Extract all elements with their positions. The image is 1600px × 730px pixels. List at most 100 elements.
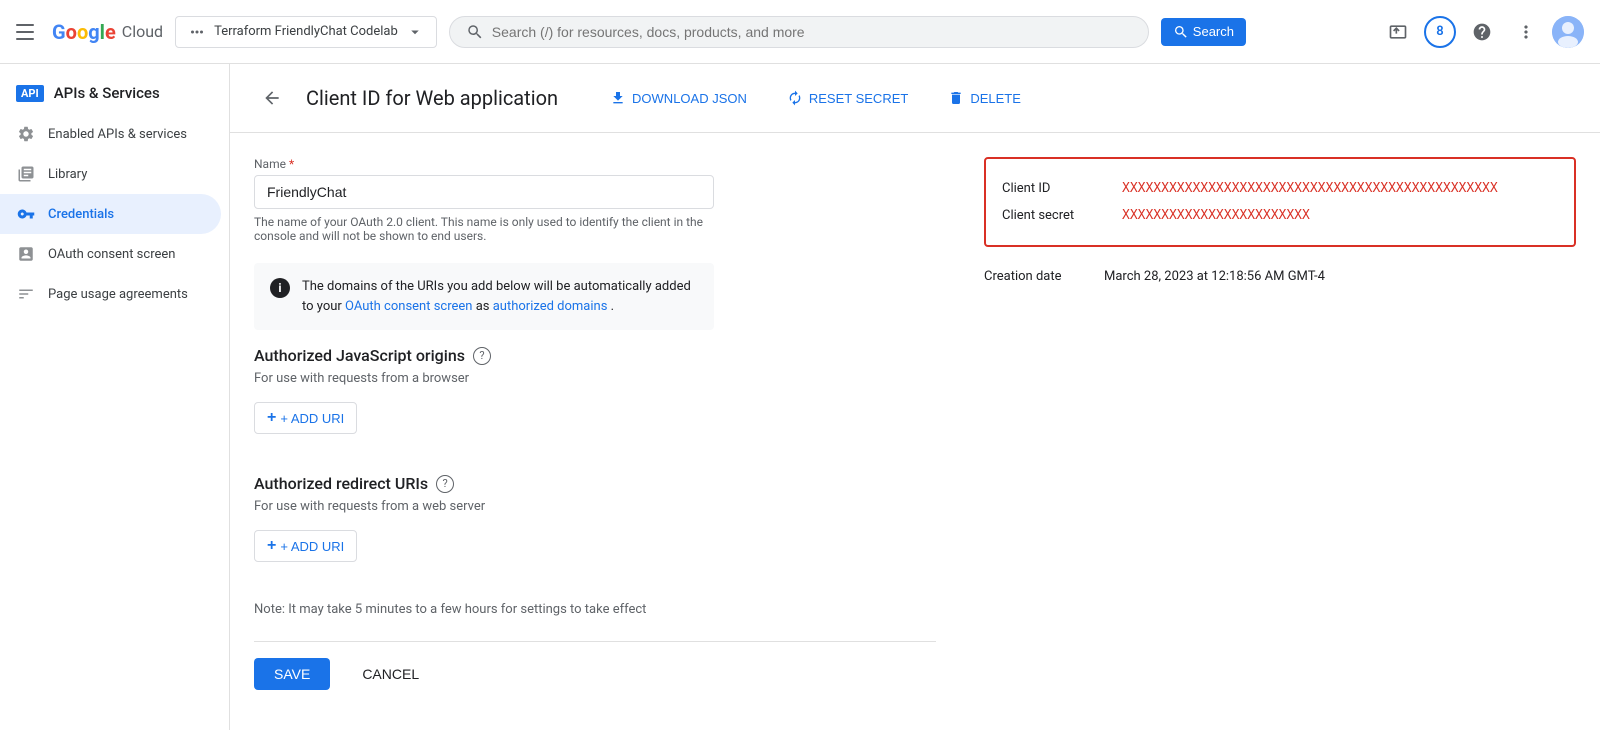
save-button[interactable]: SAVE bbox=[254, 658, 330, 690]
download-json-button[interactable]: DOWNLOAD JSON bbox=[598, 84, 759, 112]
page-layout: API APIs & Services Enabled APIs & servi… bbox=[0, 64, 1600, 730]
info-icon: i bbox=[270, 278, 290, 298]
reset-icon bbox=[787, 90, 803, 106]
js-origins-header: Authorized JavaScript origins ? bbox=[254, 346, 936, 365]
sidebar-item-page-usage[interactable]: Page usage agreements bbox=[0, 274, 221, 314]
back-button[interactable] bbox=[254, 80, 290, 116]
terminal-icon[interactable] bbox=[1380, 14, 1416, 50]
sidebar-item-oauth-label: OAuth consent screen bbox=[48, 247, 175, 262]
client-secret-row: Client secret XXXXXXXXXXXXXXXXXXXXXXXX bbox=[1002, 202, 1558, 229]
sidebar: API APIs & Services Enabled APIs & servi… bbox=[0, 64, 230, 730]
logo-g-yellow: o bbox=[77, 20, 88, 44]
sidebar-item-credentials[interactable]: Credentials bbox=[0, 194, 221, 234]
library-icon bbox=[16, 164, 36, 184]
reset-secret-label: RESET SECRET bbox=[809, 91, 908, 106]
save-section: SAVE CANCEL bbox=[254, 641, 936, 706]
project-name: Terraform FriendlyChat Codelab bbox=[214, 24, 398, 39]
search-button-label: Search bbox=[1193, 24, 1234, 39]
delete-icon bbox=[948, 90, 964, 106]
js-origins-section: Authorized JavaScript origins ? For use … bbox=[254, 346, 936, 434]
creation-value: March 28, 2023 at 12:18:56 AM GMT-4 bbox=[1104, 269, 1325, 284]
name-form-group: Name * The name of your OAuth 2.0 client… bbox=[254, 157, 936, 243]
sidebar-item-credentials-label: Credentials bbox=[48, 207, 114, 222]
redirect-uris-title: Authorized redirect URIs bbox=[254, 474, 428, 493]
authorized-domains-link[interactable]: authorized domains bbox=[493, 299, 608, 314]
add-uri-icon-2: + bbox=[267, 537, 276, 555]
page-title: Client ID for Web application bbox=[306, 86, 558, 110]
search-button[interactable]: Search bbox=[1161, 18, 1246, 46]
add-uri-label-2: + ADD URI bbox=[280, 539, 344, 554]
cloud-text: Cloud bbox=[122, 22, 163, 41]
delete-label: DELETE bbox=[970, 91, 1021, 106]
notification-badge[interactable]: 8 bbox=[1424, 16, 1456, 48]
redirect-uris-section: Authorized redirect URIs ? For use with … bbox=[254, 474, 936, 562]
client-id-row: Client ID XXXXXXXXXXXXXXXXXXXXXXXXXXXXXX… bbox=[1002, 175, 1558, 202]
content-area: Name * The name of your OAuth 2.0 client… bbox=[230, 133, 1600, 730]
search-icon bbox=[466, 23, 484, 41]
sidebar-item-oauth[interactable]: OAuth consent screen bbox=[0, 234, 221, 274]
redirect-uris-help-icon[interactable]: ? bbox=[436, 475, 454, 493]
download-json-label: DOWNLOAD JSON bbox=[632, 91, 747, 106]
help-icon[interactable] bbox=[1464, 14, 1500, 50]
add-uri-icon-1: + bbox=[267, 409, 276, 427]
name-label: Name * bbox=[254, 157, 936, 171]
main-content: Client ID for Web application DOWNLOAD J… bbox=[230, 64, 1600, 730]
search-input[interactable] bbox=[492, 24, 1132, 40]
header-actions: DOWNLOAD JSON RESET SECRET DELETE bbox=[598, 84, 1033, 112]
info-text: The domains of the URIs you add below wi… bbox=[302, 277, 698, 316]
delete-button[interactable]: DELETE bbox=[936, 84, 1033, 112]
sidebar-item-enabled[interactable]: Enabled APIs & services bbox=[0, 114, 221, 154]
required-indicator: * bbox=[289, 157, 294, 171]
logo-g-red: o bbox=[66, 20, 77, 44]
client-secret-label: Client secret bbox=[1002, 208, 1122, 223]
sidebar-item-page-usage-label: Page usage agreements bbox=[48, 287, 188, 302]
cancel-button[interactable]: CANCEL bbox=[346, 658, 435, 690]
credentials-icon bbox=[16, 204, 36, 224]
reset-secret-button[interactable]: RESET SECRET bbox=[775, 84, 920, 112]
client-secret-value: XXXXXXXXXXXXXXXXXXXXXXXX bbox=[1122, 208, 1310, 223]
sidebar-item-library-label: Library bbox=[48, 167, 87, 182]
settings-icon bbox=[16, 124, 36, 144]
sidebar-header: API APIs & Services bbox=[0, 72, 229, 114]
name-input[interactable] bbox=[254, 175, 714, 209]
add-uri-button-1[interactable]: + + ADD URI bbox=[254, 402, 357, 434]
download-icon bbox=[610, 90, 626, 106]
top-navigation: Google Cloud Terraform FriendlyChat Code… bbox=[0, 0, 1600, 64]
info-banner: i The domains of the URIs you add below … bbox=[254, 263, 714, 330]
client-id-value: XXXXXXXXXXXXXXXXXXXXXXXXXXXXXXXXXXXXXXXX… bbox=[1122, 181, 1498, 196]
name-help-text: The name of your OAuth 2.0 client. This … bbox=[254, 215, 714, 243]
oauth-icon bbox=[16, 244, 36, 264]
search-button-icon bbox=[1173, 24, 1189, 40]
creation-date-row: Creation date March 28, 2023 at 12:18:56… bbox=[984, 263, 1576, 290]
form-section: Name * The name of your OAuth 2.0 client… bbox=[230, 133, 960, 730]
more-options-icon[interactable] bbox=[1508, 14, 1544, 50]
sidebar-title: APIs & Services bbox=[54, 84, 160, 102]
nav-right: 8 bbox=[1380, 14, 1584, 50]
add-uri-label-1: + ADD URI bbox=[280, 411, 344, 426]
js-origins-help-icon[interactable]: ? bbox=[473, 347, 491, 365]
search-bar bbox=[449, 16, 1149, 48]
sidebar-item-enabled-label: Enabled APIs & services bbox=[48, 127, 187, 142]
logo-g-red2: e bbox=[105, 20, 116, 44]
user-avatar[interactable] bbox=[1552, 16, 1584, 48]
hamburger-menu[interactable] bbox=[16, 20, 40, 44]
notification-count: 8 bbox=[1436, 24, 1443, 39]
add-uri-button-2[interactable]: + + ADD URI bbox=[254, 530, 357, 562]
logo-g-blue2: g bbox=[88, 20, 99, 44]
client-id-label: Client ID bbox=[1002, 181, 1122, 196]
sidebar-item-library[interactable]: Library bbox=[0, 154, 221, 194]
google-cloud-logo: Google Cloud bbox=[52, 20, 163, 44]
redirect-uris-desc: For use with requests from a web server bbox=[254, 499, 936, 514]
settings-note: Note: It may take 5 minutes to a few hou… bbox=[254, 602, 936, 617]
creation-label: Creation date bbox=[984, 269, 1104, 284]
oauth-consent-link[interactable]: OAuth consent screen bbox=[345, 299, 472, 314]
project-selector[interactable]: Terraform FriendlyChat Codelab bbox=[175, 16, 437, 48]
js-origins-title: Authorized JavaScript origins bbox=[254, 346, 465, 365]
credentials-box: Client ID XXXXXXXXXXXXXXXXXXXXXXXXXXXXXX… bbox=[984, 157, 1576, 247]
info-section: Client ID XXXXXXXXXXXXXXXXXXXXXXXXXXXXXX… bbox=[960, 133, 1600, 730]
redirect-uris-header: Authorized redirect URIs ? bbox=[254, 474, 936, 493]
page-usage-icon bbox=[16, 284, 36, 304]
js-origins-desc: For use with requests from a browser bbox=[254, 371, 936, 386]
api-badge: API bbox=[16, 85, 44, 102]
logo-g-blue: G bbox=[52, 20, 66, 44]
